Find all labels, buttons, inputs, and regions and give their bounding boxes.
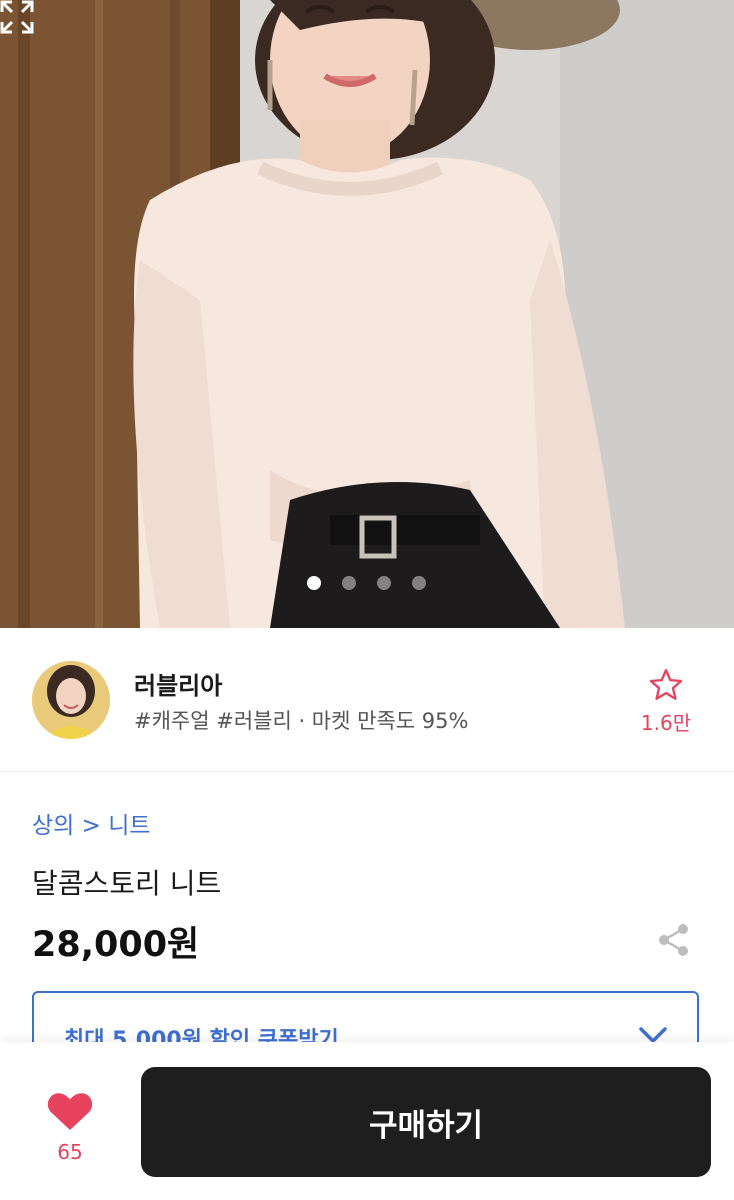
category-breadcrumb[interactable]: 상의 > 니트 bbox=[32, 806, 151, 840]
seller-avatar[interactable] bbox=[32, 661, 110, 739]
product-image-carousel[interactable] bbox=[0, 0, 734, 628]
seller-tags: #캐주얼 #러블리 · 마켓 만족도 95% bbox=[134, 709, 469, 733]
seller-name[interactable]: 러블리아 bbox=[134, 666, 222, 701]
product-title: 달콤스토리 니트 bbox=[32, 867, 222, 900]
carousel-dot-2[interactable] bbox=[342, 576, 356, 590]
carousel-indicator bbox=[307, 576, 426, 590]
favorite-count: 1.6만 bbox=[640, 711, 692, 735]
seller-info[interactable]: 러블리아 #캐주얼 #러블리 · 마켓 만족도 95% 1.6만 bbox=[0, 628, 734, 772]
like-count: 65 bbox=[57, 1140, 83, 1164]
avatar-image bbox=[32, 661, 110, 739]
carousel-dot-4[interactable] bbox=[412, 576, 426, 590]
favorite-shop-button[interactable]: 1.6만 bbox=[636, 668, 696, 736]
star-icon bbox=[649, 669, 683, 700]
product-photo bbox=[0, 0, 734, 628]
carousel-dot-3[interactable] bbox=[377, 576, 391, 590]
carousel-dot-1[interactable] bbox=[307, 576, 321, 590]
purchase-bar: 65 구매하기 bbox=[0, 1042, 734, 1200]
heart-icon bbox=[47, 1093, 93, 1130]
share-icon[interactable] bbox=[656, 922, 692, 958]
product-price: 28,000원 bbox=[32, 925, 200, 965]
like-button[interactable]: 65 bbox=[44, 1090, 96, 1164]
buy-button[interactable]: 구매하기 bbox=[141, 1067, 711, 1177]
fullscreen-expand-icon[interactable] bbox=[0, 0, 34, 34]
